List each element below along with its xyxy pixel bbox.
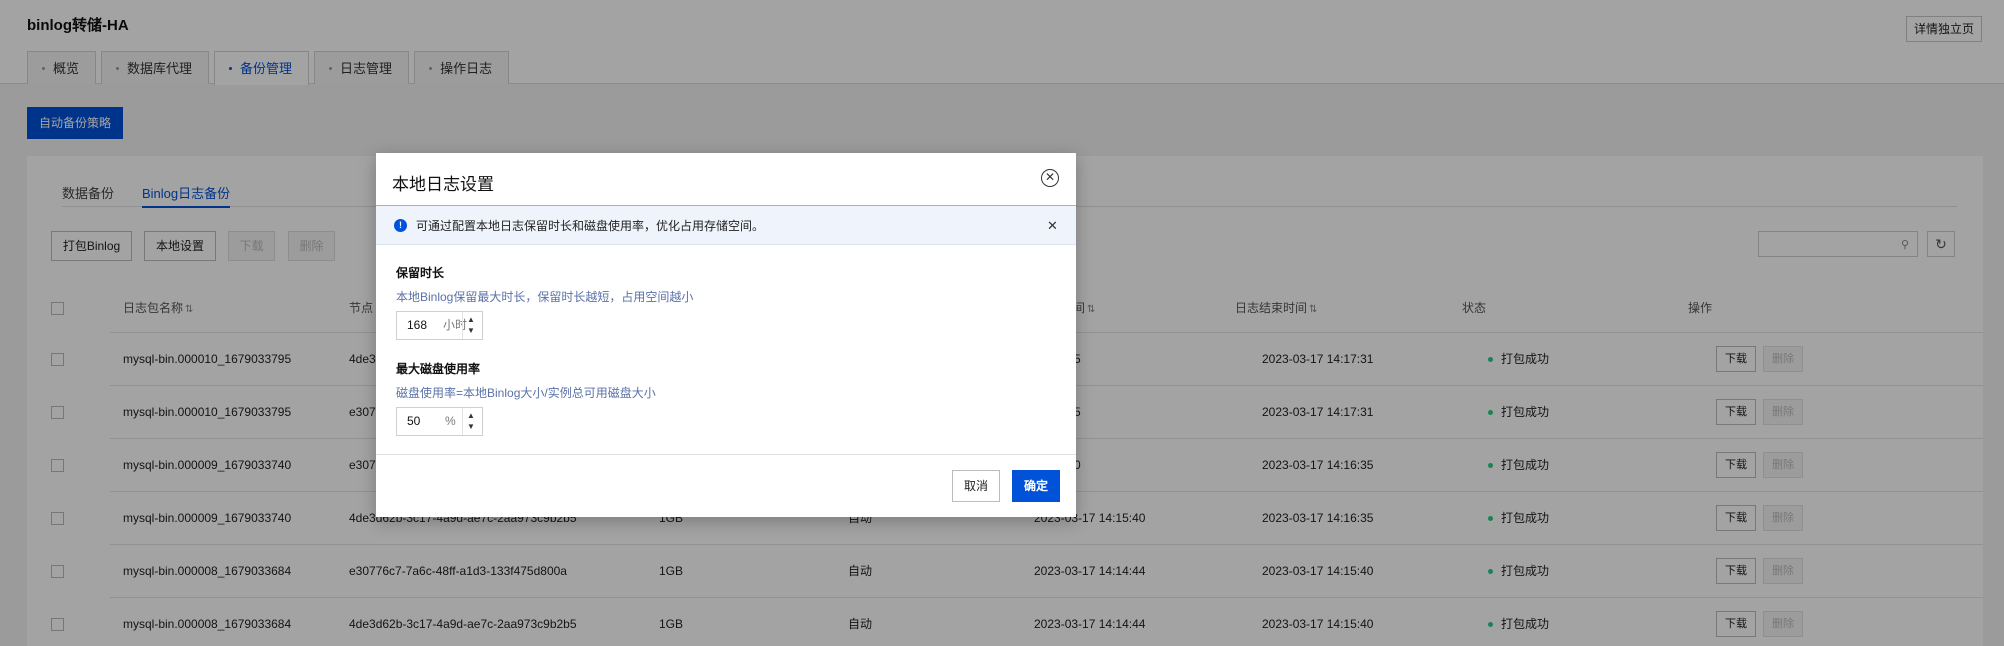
disk-usage-stepper[interactable]: 50 % ▲ ▼	[396, 407, 483, 436]
notice-text: 可通过配置本地日志保留时长和磁盘使用率，优化占用存储空间。	[416, 219, 765, 233]
confirm-button[interactable]: 确定	[1012, 470, 1060, 502]
chevron-up-icon[interactable]: ▲	[467, 411, 475, 420]
chevron-down-icon[interactable]: ▼	[467, 422, 475, 431]
retention-value[interactable]: 168	[407, 312, 427, 339]
cancel-button[interactable]: 取消	[952, 470, 1000, 502]
chevron-up-icon[interactable]: ▲	[467, 315, 475, 324]
stepper-arrows: ▲ ▼	[462, 312, 482, 339]
disk-usage-value[interactable]: 50	[407, 408, 420, 435]
info-notice: ! 可通过配置本地日志保留时长和磁盘使用率，优化占用存储空间。 ✕	[376, 205, 1076, 245]
close-circle-icon[interactable]: ✕	[1041, 169, 1059, 187]
info-icon: !	[394, 219, 407, 232]
close-icon[interactable]: ✕	[1047, 206, 1058, 246]
page: binlog转储-HA 详情独立页 概览 数据库代理 备份管理 日志管理 操作日…	[0, 0, 2004, 646]
local-log-settings-dialog: 本地日志设置 ✕ ! 可通过配置本地日志保留时长和磁盘使用率，优化占用存储空间。…	[376, 153, 1076, 517]
dialog-title: 本地日志设置	[392, 175, 494, 194]
disk-usage-unit: %	[445, 414, 456, 428]
retention-label: 保留时长	[396, 266, 445, 280]
dialog-footer: 取消 确定	[376, 454, 1076, 517]
disk-usage-label: 最大磁盘使用率	[396, 362, 481, 376]
retention-stepper[interactable]: 168 小时 ▲ ▼	[396, 311, 483, 340]
disk-usage-hint: 磁盘使用率=本地Binlog大小/实例总可用磁盘大小	[396, 386, 656, 400]
retention-hint: 本地Binlog保留最大时长，保留时长越短，占用空间越小	[396, 290, 694, 304]
stepper-arrows: ▲ ▼	[462, 408, 482, 435]
chevron-down-icon[interactable]: ▼	[467, 326, 475, 335]
